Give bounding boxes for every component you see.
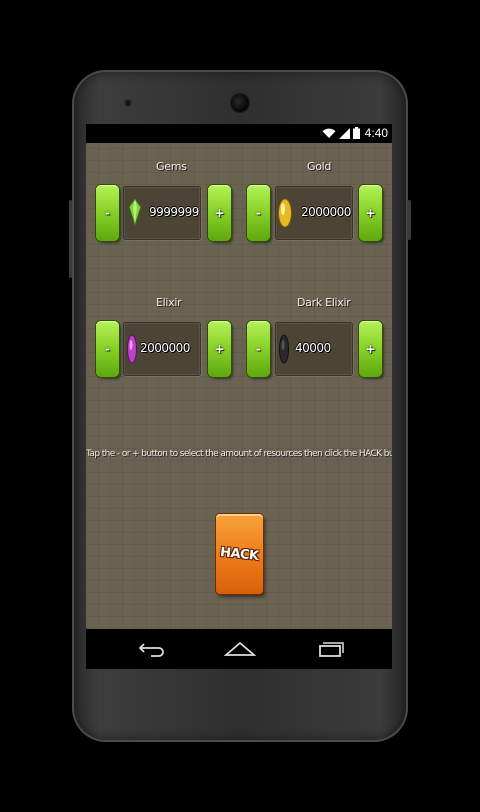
dark-elixir-plus-button[interactable]: + bbox=[359, 321, 382, 377]
signal-icon bbox=[338, 127, 350, 139]
gold-value: 2000000 bbox=[301, 205, 351, 219]
instructions-text: Tap the - or + button to select the amou… bbox=[86, 449, 392, 459]
gold-value-box: 2000000 bbox=[275, 186, 353, 240]
recents-icon bbox=[319, 642, 344, 657]
gems-minus-button[interactable]: - bbox=[96, 185, 119, 241]
recents-button[interactable] bbox=[312, 639, 348, 659]
minus-label: - bbox=[105, 342, 110, 356]
gold-plus-button[interactable]: + bbox=[359, 185, 382, 241]
plus-label: + bbox=[214, 206, 225, 220]
gold-label: Gold bbox=[307, 160, 332, 173]
minus-label: - bbox=[256, 342, 261, 356]
gem-icon bbox=[129, 199, 141, 225]
dark-elixir-minus-button[interactable]: - bbox=[247, 321, 270, 377]
screen: 4:40 Gems - 9999999 + Gold - 2000000 + E… bbox=[86, 124, 392, 669]
plus-label: + bbox=[365, 206, 376, 220]
back-button[interactable] bbox=[134, 639, 170, 659]
back-icon bbox=[138, 643, 164, 657]
dark-elixir-icon bbox=[279, 334, 289, 364]
elixir-value: 2000000 bbox=[140, 341, 190, 355]
wifi-icon bbox=[322, 128, 336, 138]
plus-label: + bbox=[214, 342, 225, 356]
navigation-bar bbox=[86, 629, 392, 669]
dark-elixir-label: Dark Elixir bbox=[297, 296, 351, 309]
hack-button[interactable]: HACK bbox=[216, 514, 263, 594]
dark-elixir-value-box: 40000 bbox=[275, 322, 353, 376]
minus-label: - bbox=[105, 206, 110, 220]
status-bar: 4:40 bbox=[86, 124, 392, 143]
battery-icon bbox=[352, 127, 360, 139]
front-camera bbox=[231, 94, 249, 112]
plus-label: + bbox=[365, 342, 376, 356]
elixir-minus-button[interactable]: - bbox=[96, 321, 119, 377]
status-time: 4:40 bbox=[364, 126, 388, 140]
gems-value: 9999999 bbox=[149, 205, 199, 219]
home-button[interactable] bbox=[222, 639, 258, 659]
gems-label: Gems bbox=[156, 160, 187, 173]
app-content: Gems - 9999999 + Gold - 2000000 + Elixir… bbox=[86, 143, 392, 629]
dark-elixir-value: 40000 bbox=[295, 341, 331, 355]
sensor-dot bbox=[124, 99, 132, 107]
side-button bbox=[69, 200, 72, 278]
gems-plus-button[interactable]: + bbox=[208, 185, 231, 241]
volume-button bbox=[407, 200, 411, 240]
elixir-plus-button[interactable]: + bbox=[208, 321, 231, 377]
elixir-icon bbox=[127, 334, 137, 364]
gold-minus-button[interactable]: - bbox=[247, 185, 270, 241]
minus-label: - bbox=[256, 206, 261, 220]
elixir-value-box: 2000000 bbox=[123, 322, 201, 376]
gold-icon bbox=[278, 198, 292, 228]
elixir-label: Elixir bbox=[156, 296, 182, 309]
hack-button-label: HACK bbox=[219, 544, 260, 564]
home-icon bbox=[224, 641, 256, 656]
gems-value-box: 9999999 bbox=[123, 186, 201, 240]
